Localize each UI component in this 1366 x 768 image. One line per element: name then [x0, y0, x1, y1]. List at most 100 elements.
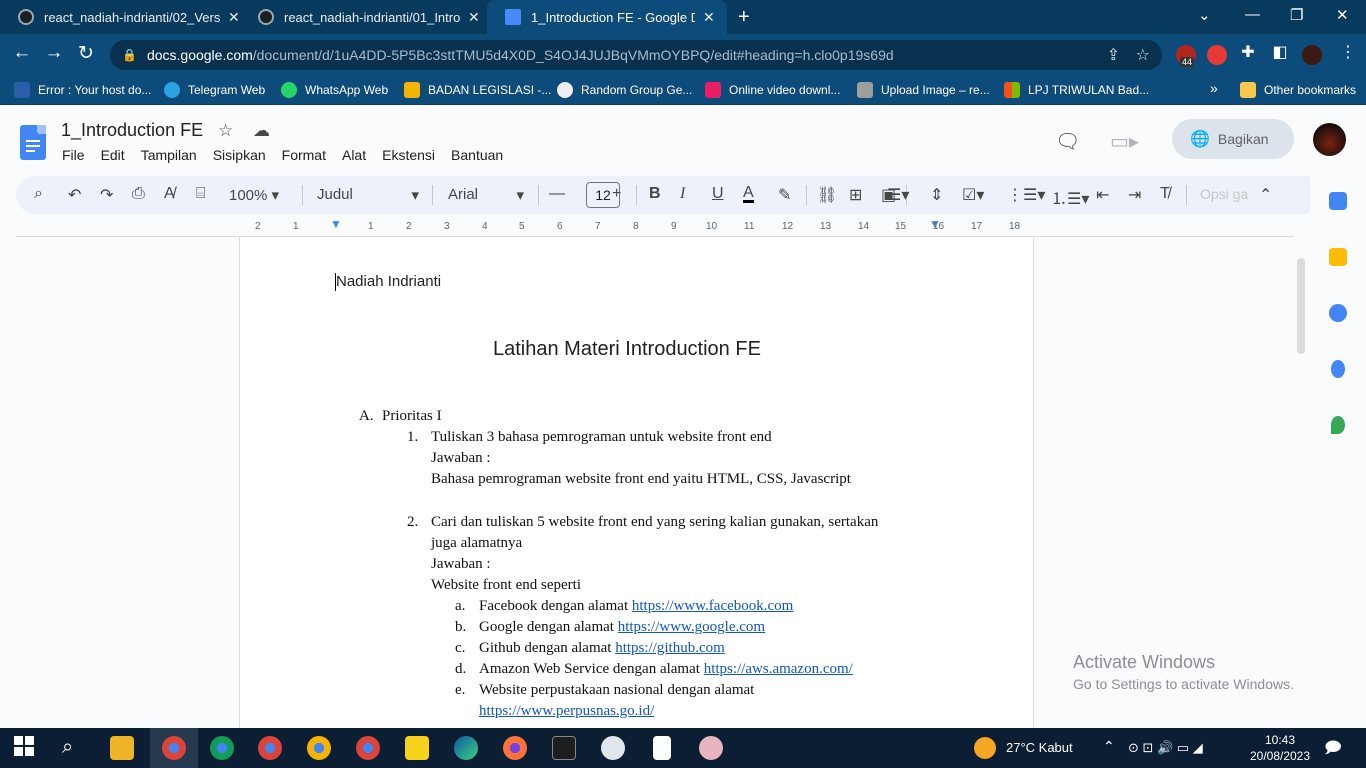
- undo-icon[interactable]: ↶: [68, 185, 81, 205]
- close-tab-icon[interactable]: ✕: [468, 9, 480, 26]
- chrome-profile-icon[interactable]: [307, 736, 331, 760]
- other-bookmarks[interactable]: Other bookmarks: [1240, 82, 1356, 98]
- bookmark-item[interactable]: WhatsApp Web: [281, 82, 388, 98]
- bookmark-item[interactable]: LPJ TRIWULAN Bad...: [1004, 82, 1149, 98]
- menu-tools[interactable]: Alat: [342, 147, 366, 163]
- align-left-icon[interactable]: ☰▾: [887, 185, 909, 205]
- chrome-profile-icon[interactable]: [356, 736, 380, 760]
- font-select[interactable]: Arial ▾: [448, 186, 524, 204]
- profile-avatar[interactable]: [1302, 45, 1322, 65]
- close-tab-icon[interactable]: ✕: [703, 9, 715, 26]
- adblock-icon[interactable]: [1207, 45, 1227, 65]
- facebook-link[interactable]: https://www.facebook.com: [632, 598, 794, 614]
- bold-icon[interactable]: B: [649, 185, 661, 203]
- print-icon[interactable]: ⎙: [132, 185, 145, 203]
- github-link[interactable]: https://github.com: [615, 640, 725, 656]
- terminal-icon[interactable]: [552, 736, 576, 760]
- share-page-icon[interactable]: ⇪: [1107, 45, 1120, 65]
- browser-menu-icon[interactable]: ⋮: [1336, 42, 1360, 62]
- paragraph-style-select[interactable]: Judul ▾: [317, 186, 419, 204]
- chrome-profile-icon[interactable]: [258, 736, 282, 760]
- bookmark-item[interactable]: BADAN LEGISLASI -...: [404, 82, 551, 98]
- contacts-icon[interactable]: [1331, 360, 1345, 378]
- horizontal-ruler[interactable]: 2 1 ▼ 1 2 3 4 5 6 7 8 9 10 11 12 13 14 1…: [239, 217, 1034, 236]
- more-bookmarks-icon[interactable]: »: [1210, 80, 1218, 96]
- tab-search-icon[interactable]: ⌄: [1198, 6, 1211, 24]
- search-menus-icon[interactable]: ⌕: [34, 185, 43, 203]
- app-icon[interactable]: [601, 736, 625, 760]
- account-avatar[interactable]: [1313, 123, 1346, 156]
- more-options-label[interactable]: Opsi ga: [1200, 186, 1248, 202]
- search-icon[interactable]: ⌕: [62, 736, 86, 760]
- indent-marker-icon[interactable]: ▼: [330, 217, 342, 231]
- vertical-scrollbar[interactable]: [1297, 258, 1305, 354]
- checklist-icon[interactable]: ☑▾: [962, 185, 984, 205]
- weather-icon[interactable]: [974, 737, 996, 759]
- bookmark-item[interactable]: Error : Your host do...: [14, 82, 151, 98]
- aws-link[interactable]: https://aws.amazon.com/: [704, 661, 853, 677]
- close-window-icon[interactable]: ✕: [1336, 6, 1349, 24]
- sticky-notes-icon[interactable]: [405, 736, 429, 760]
- back-icon[interactable]: ←: [10, 42, 34, 64]
- numbered-list-icon[interactable]: ⒈☰▾: [1051, 185, 1089, 209]
- browser-tab-3-active[interactable]: 1_Introduction FE - Google Dokum ✕: [487, 0, 727, 34]
- bookmark-item[interactable]: Upload Image – re...: [857, 82, 990, 98]
- browser-tab-2[interactable]: react_nadiah-indrianti/01_Introdu ✕: [240, 0, 488, 34]
- underline-icon[interactable]: U: [712, 185, 724, 203]
- star-icon[interactable]: ☆: [218, 121, 233, 141]
- reload-icon[interactable]: ↻: [74, 42, 98, 65]
- maps-icon[interactable]: [1331, 416, 1345, 434]
- address-bar[interactable]: 🔒 docs.google.com /document/d/1uA4DD-5P5…: [110, 40, 1162, 70]
- paint-icon[interactable]: [699, 736, 723, 760]
- calendar-icon[interactable]: [1329, 192, 1347, 210]
- increase-indent-icon[interactable]: ⇥: [1128, 185, 1141, 205]
- edge-icon[interactable]: [454, 736, 478, 760]
- close-tab-icon[interactable]: ✕: [228, 9, 240, 26]
- italic-icon[interactable]: I: [680, 185, 685, 203]
- menu-format[interactable]: Format: [282, 147, 326, 163]
- cloud-status-icon[interactable]: ☁: [253, 121, 270, 141]
- increase-font-size-icon[interactable]: +: [612, 185, 621, 203]
- decrease-font-size-icon[interactable]: —: [549, 185, 565, 203]
- document-file-icon[interactable]: [653, 736, 671, 760]
- bulleted-list-icon[interactable]: ⋮☰▾: [1007, 185, 1045, 205]
- zoom-select[interactable]: 100% ▾: [229, 186, 279, 204]
- extensions-puzzle-icon[interactable]: ✚: [1236, 42, 1260, 62]
- text-color-icon[interactable]: A: [743, 185, 754, 203]
- insert-link-icon[interactable]: ⛓: [817, 185, 837, 205]
- notification-icon[interactable]: 🗩: [1324, 737, 1342, 764]
- tasks-icon[interactable]: [1329, 304, 1347, 322]
- spellcheck-icon[interactable]: A̸: [164, 185, 175, 203]
- menu-extensions[interactable]: Ekstensi: [382, 147, 435, 163]
- forward-icon[interactable]: →: [42, 42, 66, 64]
- menu-insert[interactable]: Sisipkan: [213, 147, 266, 163]
- show-hidden-icons-icon[interactable]: ⌃: [1103, 738, 1115, 755]
- menu-file[interactable]: File: [62, 147, 85, 163]
- share-button[interactable]: 🌐 Bagikan: [1172, 119, 1294, 159]
- redo-icon[interactable]: ↷: [100, 185, 113, 205]
- perpusnas-link[interactable]: https://www.perpusnas.go.id/: [479, 703, 654, 720]
- clear-formatting-icon[interactable]: T̸: [1160, 185, 1170, 203]
- menu-view[interactable]: Tampilan: [141, 147, 197, 163]
- highlight-color-icon[interactable]: ✎: [778, 185, 791, 205]
- document-title[interactable]: 1_Introduction FE: [61, 120, 203, 141]
- chrome-profile-icon[interactable]: [210, 736, 234, 760]
- collapse-menus-icon[interactable]: ⌃: [1259, 185, 1272, 205]
- side-panel-icon[interactable]: ◧: [1268, 42, 1292, 62]
- minimize-icon[interactable]: —: [1245, 6, 1260, 23]
- google-link[interactable]: https://www.google.com: [618, 619, 765, 635]
- meet-icon[interactable]: ▭▸: [1110, 129, 1139, 154]
- bookmark-item[interactable]: Telegram Web: [164, 82, 265, 98]
- docs-logo-icon[interactable]: [20, 125, 46, 160]
- start-icon[interactable]: [14, 736, 38, 760]
- menu-edit[interactable]: Edit: [101, 147, 125, 163]
- browser-tab-1[interactable]: react_nadiah-indrianti/02_Version ✕: [0, 0, 248, 34]
- bookmark-item[interactable]: Online video downl...: [705, 82, 840, 98]
- bookmark-star-icon[interactable]: ☆: [1136, 45, 1150, 65]
- paint-format-icon[interactable]: ⌸: [196, 185, 206, 203]
- keep-icon[interactable]: [1329, 248, 1347, 266]
- comment-history-icon[interactable]: 🗨: [1055, 129, 1080, 154]
- system-clock[interactable]: 10:43 20/08/2023: [1245, 732, 1315, 764]
- firefox-icon[interactable]: [503, 736, 527, 760]
- new-tab-button[interactable]: +: [738, 6, 750, 29]
